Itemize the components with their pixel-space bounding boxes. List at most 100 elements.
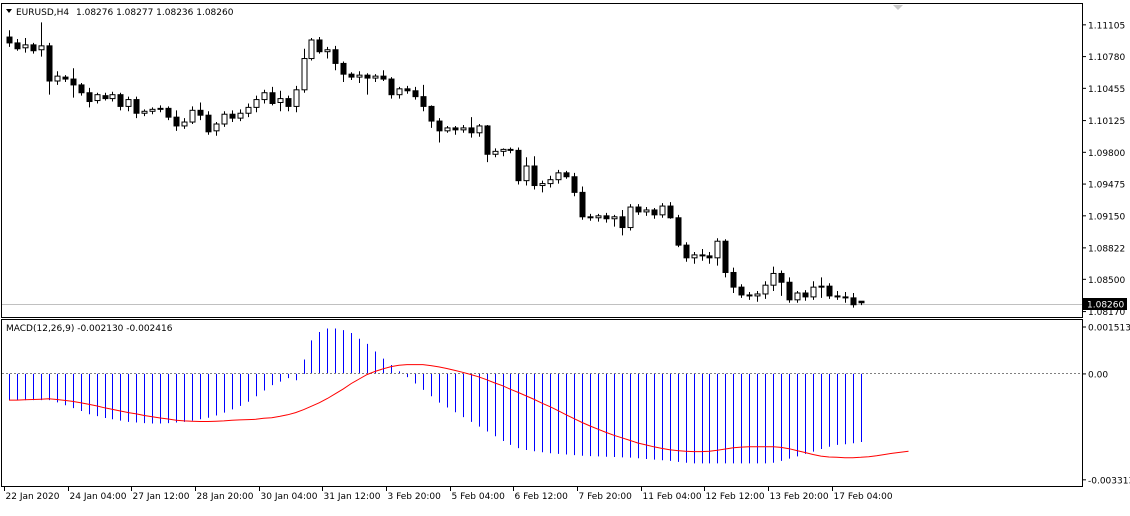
candle-body [165,107,172,118]
ohlc-readout: 1.08276 1.08277 1.08236 1.08260 [76,8,234,18]
time-tick-label: 24 Jan 04:00 [70,492,127,502]
candle-body [308,39,315,60]
candle-body [22,44,29,49]
candle-body [70,78,77,86]
candle-body [627,206,634,229]
candle-body [571,176,578,193]
candle-body [141,110,148,114]
candle-body [372,75,379,79]
candle [515,147,522,185]
candle-body [643,209,650,213]
price-tick-label: 1.09475 [1088,181,1125,191]
price-panel-frame [1,3,1083,318]
time-tick-label: 7 Feb 20:00 [579,492,633,502]
candle-body [563,172,570,178]
candle-body [396,88,403,96]
candle-body [78,84,85,94]
candle-body [579,191,586,218]
candle-body [38,45,45,51]
candle-body [675,217,682,246]
candle-body [500,148,507,152]
candle-body [157,107,164,110]
candle-body [348,73,355,78]
candle-body [730,271,737,288]
candle-body [706,255,713,259]
candle [205,111,212,135]
time-tick-label: 27 Jan 12:00 [133,492,190,502]
candle-body [683,244,690,259]
candle-body [476,125,483,134]
candle-body [603,215,610,220]
candle-body [388,78,395,96]
candle-body [810,286,817,298]
candle-body [746,294,753,297]
candle-body [484,125,491,155]
candle [627,204,634,231]
candle-body [356,74,363,78]
candle-body [444,127,451,132]
time-tick-label: 28 Jan 20:00 [197,492,254,502]
candle [722,239,729,278]
current-price-label: 1.08260 [1087,301,1124,311]
candle-body [699,254,706,257]
time-tick-label: 22 Jan 2020 [6,492,60,502]
candle-body [125,99,132,107]
candle-body [762,284,769,295]
candle-body [738,286,745,296]
time-tick-label: 17 Feb 04:00 [834,492,893,502]
candle-body [94,94,101,102]
time-tick-label: 30 Jan 04:00 [261,492,318,502]
candle-body [539,183,546,187]
time-tick-label: 11 Feb 04:00 [643,492,702,502]
candle-body [324,49,331,53]
candle-body [316,39,323,53]
candle-body [332,49,339,64]
candle-body [547,179,554,185]
candle-body [221,113,228,125]
candle-body [635,206,642,213]
time-tick-label: 3 Feb 20:00 [388,492,442,502]
candle-body [659,205,666,216]
candle-body [691,254,698,259]
candle-body [786,281,793,301]
candle-body [253,99,260,108]
candle-body [213,123,220,132]
candle-body [587,216,594,219]
candle-body [794,292,801,301]
candle-body [149,108,156,112]
price-tick-label: 1.08500 [1088,276,1125,286]
candle-body [412,90,419,98]
macd-axis: 0.001513 0.00 -0.003313 [1082,324,1130,486]
macd-tick-label: 0.00 [1088,370,1108,380]
candle [571,172,578,197]
candle-body [237,112,244,119]
candle-body [523,165,530,182]
candle-body [364,74,371,79]
candle-body [277,98,284,104]
price-tick-label: 1.09150 [1088,212,1125,222]
candle-body [611,216,618,220]
chart-window: 1.11105 1.10780 1.10455 1.10125 1.09800 1.094… [0,0,1130,512]
candle-body [460,127,467,131]
time-tick-label: 31 Jan 12:00 [324,492,381,502]
candle-body [722,240,729,273]
candle-body [802,292,809,298]
chart-canvas: 1.11105 1.10780 1.10455 1.10125 1.09800 1.094… [1,3,1130,502]
candle-body [261,92,268,101]
candle-body [619,216,626,229]
candle-body [46,45,53,82]
candle-body [842,296,849,299]
candle-body [555,172,562,181]
candle-body [189,109,196,123]
price-axis: 1.11105 1.10780 1.10455 1.10125 1.09800 1.094… [1082,21,1125,318]
price-tick-label: 1.10125 [1088,117,1125,127]
candle-body [492,150,499,155]
candle-body [428,105,435,122]
candle-body [714,240,721,259]
candle-body [404,88,411,92]
candle-body [197,109,204,116]
candle-body [531,165,538,187]
macd-tick-label: 0.001513 [1088,324,1130,334]
time-tick-label: 6 Feb 12:00 [515,492,569,502]
macd-tick-label: -0.003313 [1088,476,1130,486]
